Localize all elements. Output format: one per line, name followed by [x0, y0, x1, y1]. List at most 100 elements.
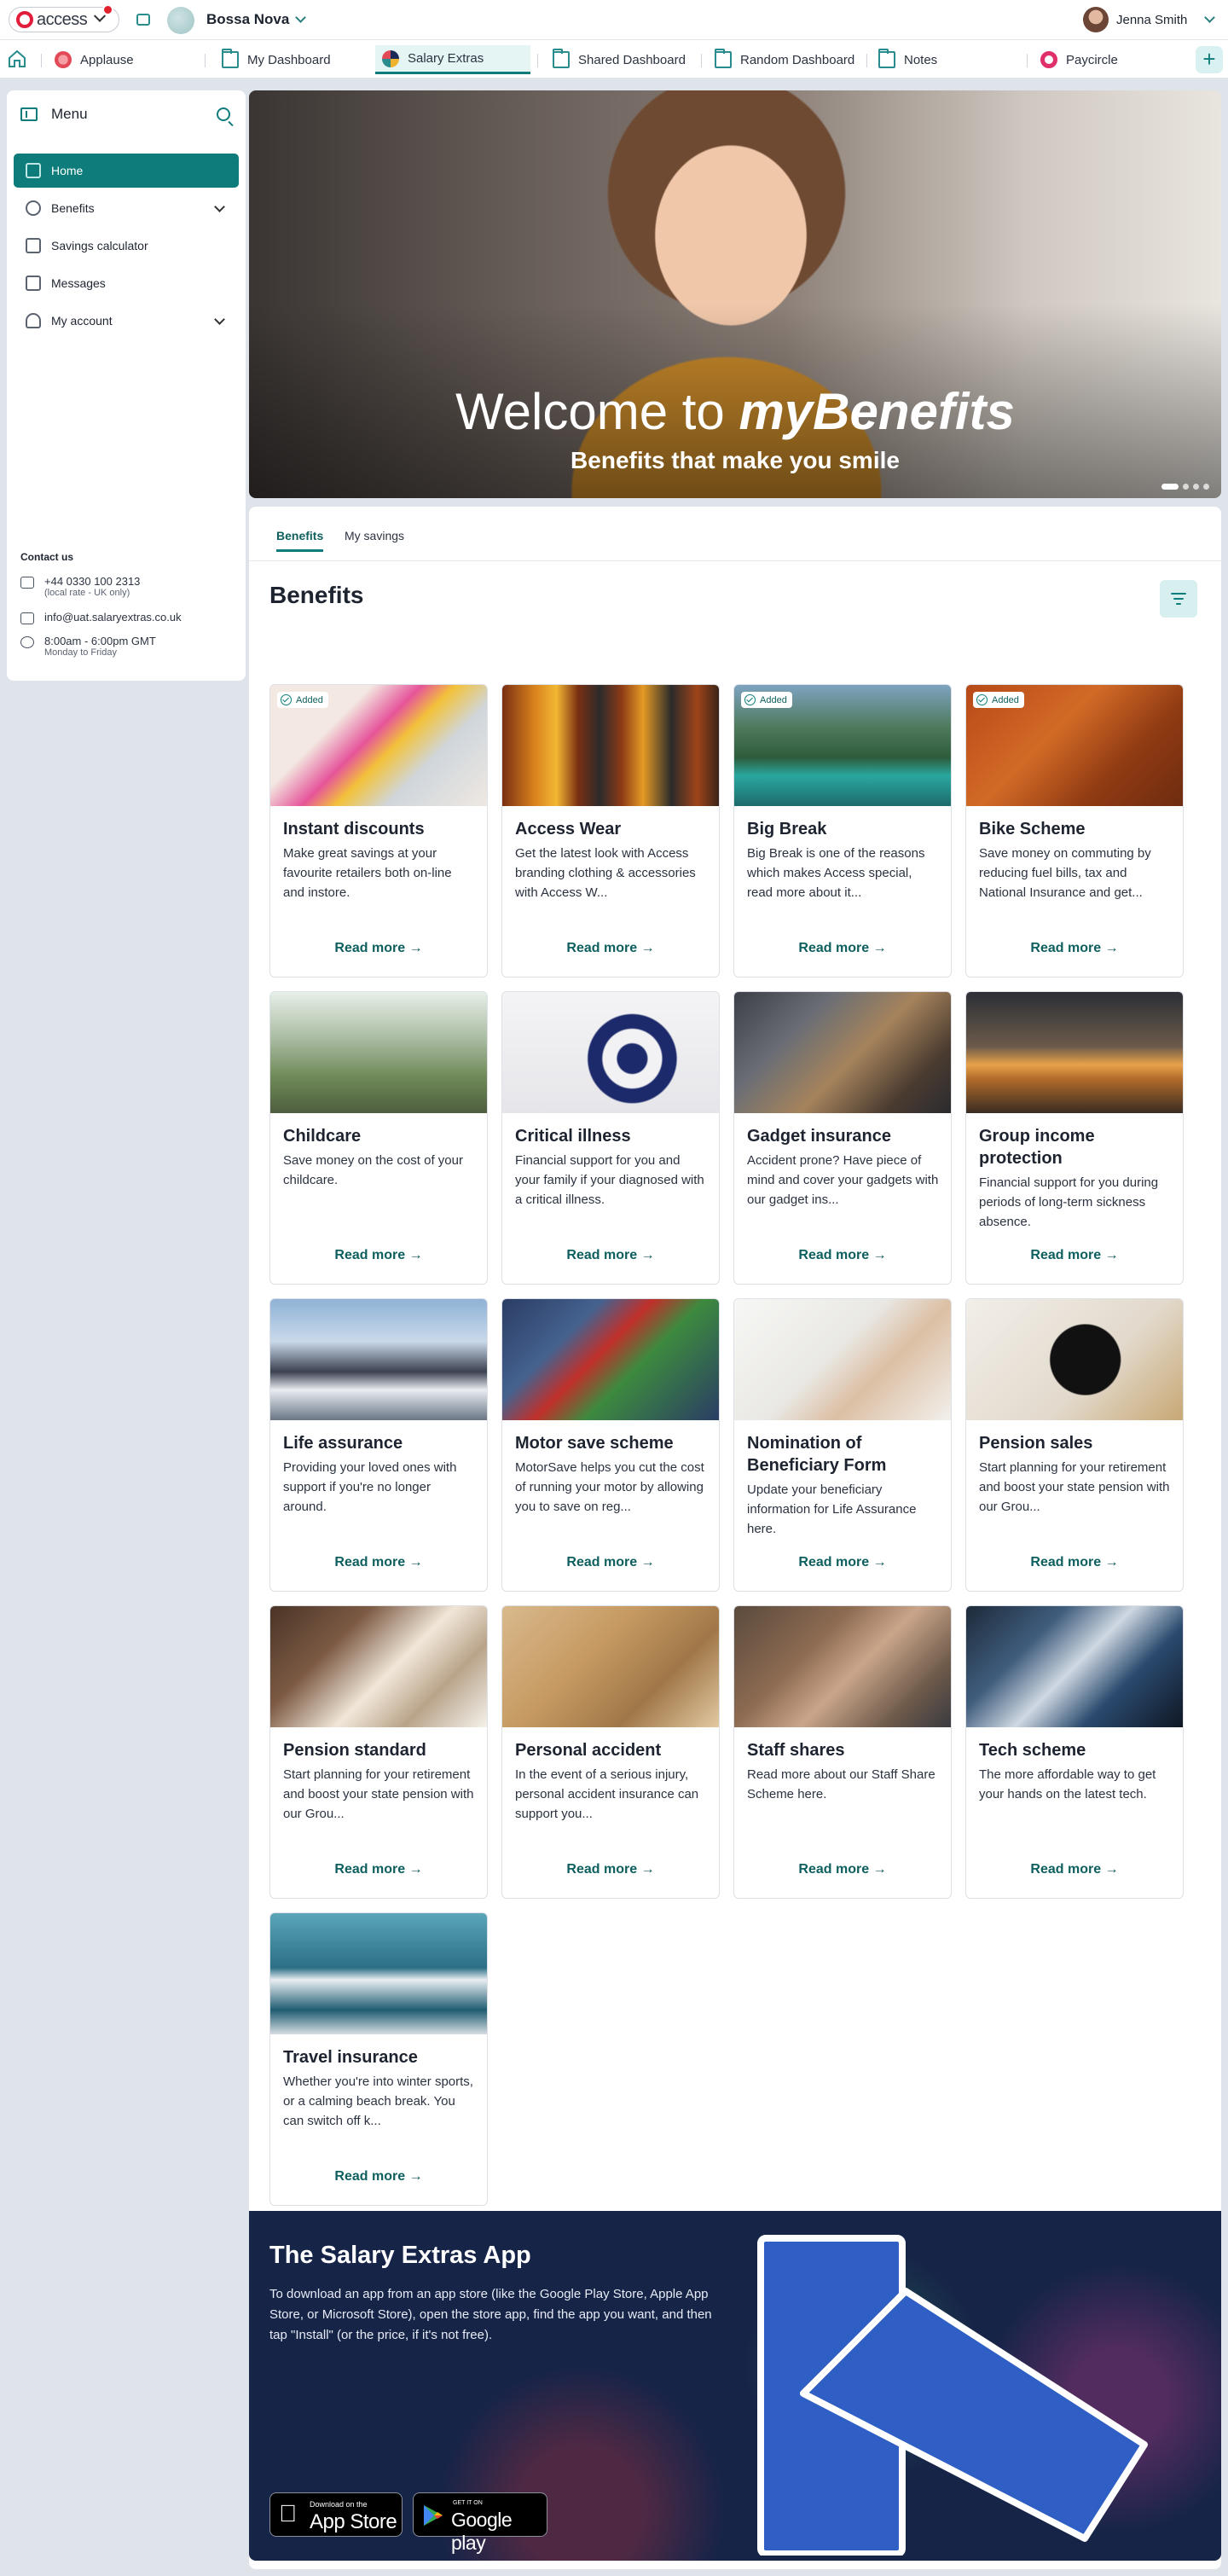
read-more-link[interactable]: Read more →: [502, 1862, 719, 1877]
tab-label: Random Dashboard: [740, 52, 855, 67]
tab-strip: Applause My Dashboard Salary Extras Shar…: [0, 39, 1228, 78]
carousel-dot[interactable]: [1193, 484, 1199, 490]
read-more-link[interactable]: Read more →: [734, 1555, 951, 1570]
benefit-card[interactable]: Added Bike Scheme Save money on commuting …: [965, 684, 1184, 978]
benefit-card[interactable]: Added Big Break Big Break is one of the re…: [733, 684, 952, 978]
read-more-link[interactable]: Read more →: [966, 1862, 1183, 1877]
tab-random-dashboard[interactable]: Random Dashboard: [708, 45, 861, 74]
app-store-badge[interactable]:  Download on the App Store: [269, 2492, 403, 2537]
benefit-card[interactable]: Critical illness Financial support for yo…: [501, 991, 720, 1285]
tab-label: Notes: [904, 52, 938, 67]
tab-benefits[interactable]: Benefits: [276, 529, 324, 552]
read-more-link[interactable]: Read more →: [270, 1862, 487, 1877]
benefit-card[interactable]: Life assurance Providing your loved ones …: [269, 1298, 488, 1592]
benefit-card[interactable]: Nomination of Beneficiary Form Update you…: [733, 1298, 952, 1592]
carousel-dot[interactable]: [1203, 484, 1209, 490]
hand-heart-icon: [26, 200, 41, 216]
google-play-icon: [424, 2505, 443, 2526]
salary-extras-icon: [382, 49, 399, 67]
benefit-card[interactable]: Pension standard Start planning for your …: [269, 1605, 488, 1899]
tab-shared-dashboard[interactable]: Shared Dashboard: [546, 45, 692, 74]
app-grid-icon[interactable]: [136, 14, 150, 26]
benefit-card[interactable]: Tech scheme The more affordable way to ge…: [965, 1605, 1184, 1899]
benefit-card[interactable]: Staff shares Read more about our Staff Sh…: [733, 1605, 952, 1899]
benefit-description: Read more about our Staff Share Scheme h…: [747, 1767, 935, 1801]
tab-notes[interactable]: Notes: [872, 45, 944, 74]
sidebar: Menu Home Benefits Savings calculator Me…: [7, 90, 246, 681]
user-name[interactable]: Jenna Smith: [1116, 13, 1187, 27]
app-store-small-text: Download on the: [310, 2500, 368, 2509]
benefit-card[interactable]: Childcare Save money on the cost of your …: [269, 991, 488, 1285]
search-icon[interactable]: [217, 107, 230, 121]
read-more-link[interactable]: Read more →: [270, 1555, 487, 1570]
benefit-card[interactable]: Personal accident In the event of a serio…: [501, 1605, 720, 1899]
benefit-description: MotorSave helps you cut the cost of runn…: [515, 1460, 704, 1514]
benefit-description: Big Break is one of the reasons which ma…: [747, 846, 925, 900]
org-name[interactable]: Bossa Nova: [206, 11, 289, 28]
tab-divider: [866, 54, 867, 67]
benefit-image: [734, 992, 951, 1113]
check-circle-icon: [281, 694, 292, 705]
salary-extras-logo: [757, 2235, 1148, 2556]
benefit-title: Pension sales: [979, 1434, 1093, 1453]
benefit-card[interactable]: Gadget insurance Accident prone? Have pie…: [733, 991, 952, 1285]
avatar[interactable]: [1083, 7, 1109, 32]
tab-salary-extras[interactable]: Salary Extras: [375, 45, 530, 74]
badge-label: Added: [992, 694, 1019, 705]
carousel-dot[interactable]: [1161, 484, 1179, 490]
benefit-card[interactable]: Access Wear Get the latest look with Acce…: [501, 684, 720, 978]
benefit-card[interactable]: Group income protection Financial support…: [965, 991, 1184, 1285]
tab-applause[interactable]: Applause: [48, 45, 141, 74]
home-tab[interactable]: [7, 49, 27, 69]
benefit-image: [966, 1299, 1183, 1420]
mail-icon: [20, 612, 34, 624]
sidebar-item-savings-calculator[interactable]: Savings calculator: [14, 229, 239, 263]
read-more-link[interactable]: Read more →: [966, 1248, 1183, 1263]
benefit-card[interactable]: Motor save scheme MotorSave helps you cut…: [501, 1298, 720, 1592]
arrow-right-icon: →: [637, 941, 655, 955]
benefit-title: Group income protection: [979, 1127, 1095, 1168]
read-more-link[interactable]: Read more →: [966, 941, 1183, 956]
read-more-link[interactable]: Read more →: [502, 941, 719, 956]
benefit-description: Save money on commuting by reducing fuel…: [979, 846, 1151, 900]
add-tab-button[interactable]: +: [1196, 46, 1223, 73]
top-bar: access Bossa Nova Jenna Smith: [0, 0, 1228, 39]
sidebar-item-benefits[interactable]: Benefits: [14, 191, 239, 225]
tab-paycircle[interactable]: Paycircle: [1034, 45, 1125, 74]
folder-icon: [222, 49, 239, 68]
read-more-link[interactable]: Read more →: [734, 941, 951, 956]
org-logo: [167, 7, 194, 34]
benefit-image: [734, 1299, 951, 1420]
read-more-link[interactable]: Read more →: [270, 1248, 487, 1263]
chevron-down-icon[interactable]: [295, 12, 306, 23]
benefit-image: [270, 1299, 487, 1420]
read-more-link[interactable]: Read more →: [270, 2169, 487, 2184]
email-link[interactable]: info@uat.salaryextras.co.uk: [44, 611, 182, 624]
read-more-link[interactable]: Read more →: [734, 1248, 951, 1263]
benefit-card[interactable]: Travel insurance Whether you're into wint…: [269, 1912, 488, 2206]
read-more-link[interactable]: Read more →: [734, 1862, 951, 1877]
carousel-dot[interactable]: [1183, 484, 1189, 490]
read-more-link[interactable]: Read more →: [502, 1555, 719, 1570]
message-icon: [26, 276, 41, 291]
chevron-down-icon[interactable]: [1204, 12, 1215, 23]
benefit-image: [270, 1606, 487, 1727]
sidebar-item-home[interactable]: Home: [14, 154, 239, 188]
tab-my-savings[interactable]: My savings: [345, 529, 404, 549]
sidebar-item-messages[interactable]: Messages: [14, 266, 239, 300]
read-more-link[interactable]: Read more →: [270, 941, 487, 956]
read-more-link[interactable]: Read more →: [966, 1555, 1183, 1570]
sidebar-toggle-icon[interactable]: [20, 107, 38, 121]
benefit-description: Make great savings at your favourite ret…: [283, 846, 452, 900]
read-more-label: Read more: [334, 1248, 406, 1262]
benefit-description: In the event of a serious injury, person…: [515, 1767, 699, 1821]
read-more-link[interactable]: Read more →: [502, 1248, 719, 1263]
tab-my-dashboard[interactable]: My Dashboard: [215, 45, 338, 74]
benefit-card[interactable]: Added Instant discounts Make great savings…: [269, 684, 488, 978]
filter-button[interactable]: [1160, 580, 1197, 618]
phone-number[interactable]: +44 0330 100 2313: [44, 575, 140, 588]
calculator-icon: [26, 238, 41, 253]
google-play-badge[interactable]: GET IT ON Google play: [413, 2492, 547, 2554]
benefit-card[interactable]: Pension sales Start planning for your ret…: [965, 1298, 1184, 1592]
sidebar-item-my-account[interactable]: My account: [14, 304, 239, 338]
